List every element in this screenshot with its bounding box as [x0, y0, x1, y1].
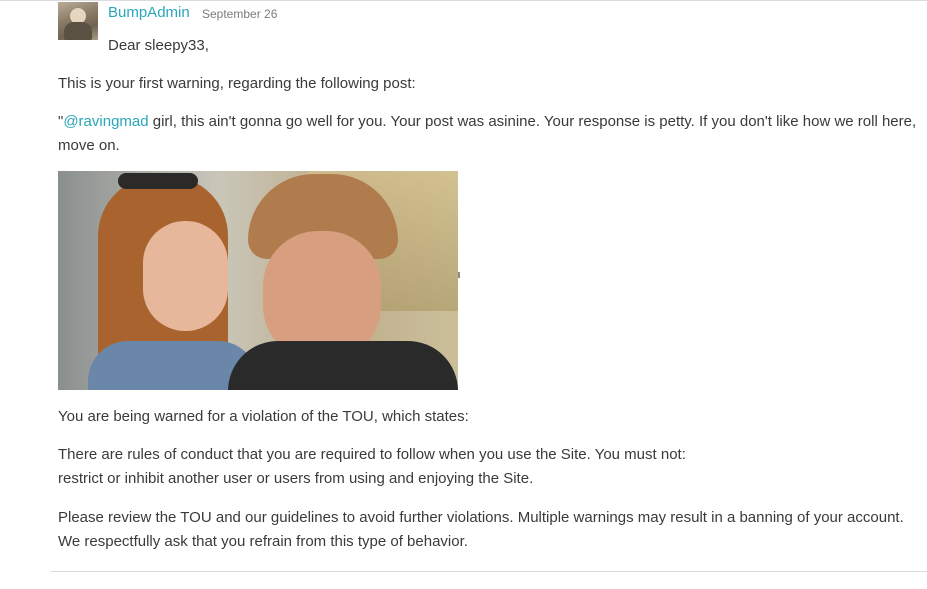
rule-line-1: There are rules of conduct that you are …: [58, 446, 686, 463]
avatar-cat-shape: [64, 22, 92, 40]
post-date: September 26: [202, 7, 278, 21]
top-divider: [0, 0, 927, 1]
author-username-link[interactable]: BumpAdmin: [108, 4, 190, 21]
avatar[interactable]: [58, 2, 98, 40]
quote-text: girl, this ain't gonna go well for you. …: [58, 113, 917, 154]
quoted-post: "@ravingmad girl, this ain't gonna go we…: [58, 110, 920, 158]
bottom-divider: [50, 571, 927, 572]
violation-heading: You are being warned for a violation of …: [58, 408, 469, 425]
greeting-text: Dear sleepy33,: [108, 37, 209, 54]
rule-line-2: restrict or inhibit another user or user…: [58, 470, 534, 487]
intro-text: This is your first warning, regarding th…: [58, 75, 416, 92]
mention-link[interactable]: @ravingmad: [63, 113, 148, 130]
image-artifact-mark: [458, 272, 460, 278]
closing-text: Please review the TOU and our guidelines…: [58, 509, 904, 550]
reaction-image: [58, 171, 458, 390]
